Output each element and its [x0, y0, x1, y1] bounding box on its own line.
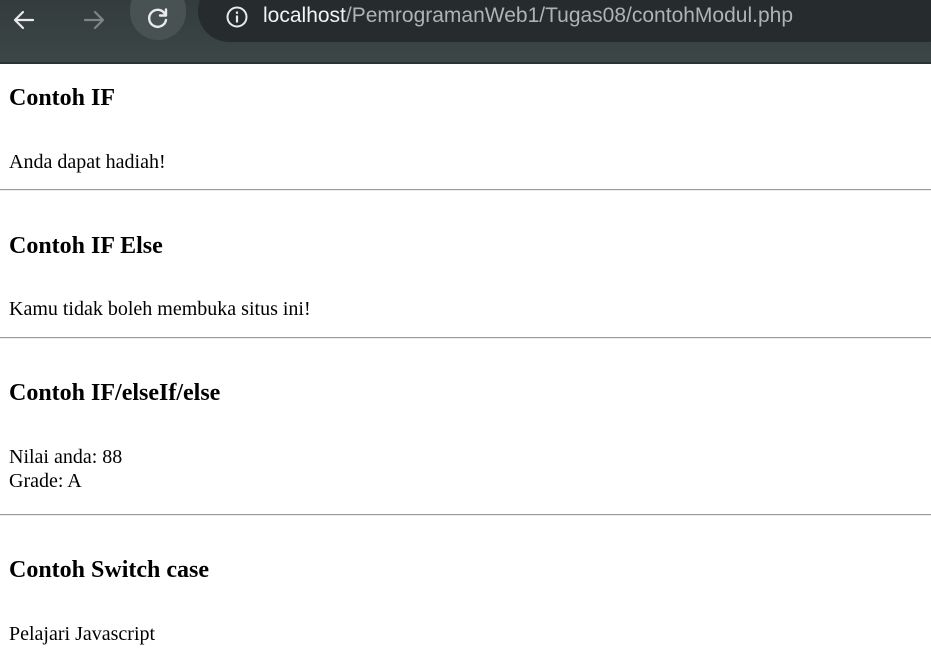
arrow-right-icon [83, 10, 105, 30]
address-bar[interactable]: localhost/PemrogramanWeb1/Tugas08/contoh… [198, 0, 931, 42]
site-info-button[interactable] [220, 0, 254, 34]
url-path: /PemrogramanWeb1/Tugas08/contohModul.php [345, 4, 793, 27]
section-text-if: Anda dapat hadiah! [9, 151, 166, 173]
forward-button[interactable] [74, 0, 114, 40]
reload-icon [148, 8, 168, 28]
section-text-switch-case: Pelajari Javascript [9, 623, 156, 645]
section-title-switch-case: Contoh Switch case [9, 557, 210, 583]
url-host: localhost [263, 4, 346, 27]
browser-toolbar: localhost/PemrogramanWeb1/Tugas08/contoh… [0, 0, 931, 62]
section-text-grade: Grade: A [9, 470, 82, 492]
section-text-nilai: Nilai anda: 88 [9, 446, 123, 468]
back-button[interactable] [4, 0, 44, 40]
section-title-if-elseif-else: Contoh IF/elseIf/else [9, 380, 221, 406]
info-circle-icon [226, 6, 248, 28]
toolbar-divider [0, 62, 931, 64]
arrow-left-icon [13, 10, 35, 30]
horizontal-rule [0, 189, 931, 191]
horizontal-rule [0, 514, 931, 516]
url-text[interactable]: localhost/PemrogramanWeb1/Tugas08/contoh… [263, 1, 793, 31]
reload-button[interactable] [130, 0, 186, 40]
section-title-if-else: Contoh IF Else [9, 233, 163, 259]
horizontal-rule [0, 337, 931, 339]
section-text-if-else: Kamu tidak boleh membuka situs ini! [9, 298, 311, 320]
section-title-if: Contoh IF [9, 85, 116, 111]
